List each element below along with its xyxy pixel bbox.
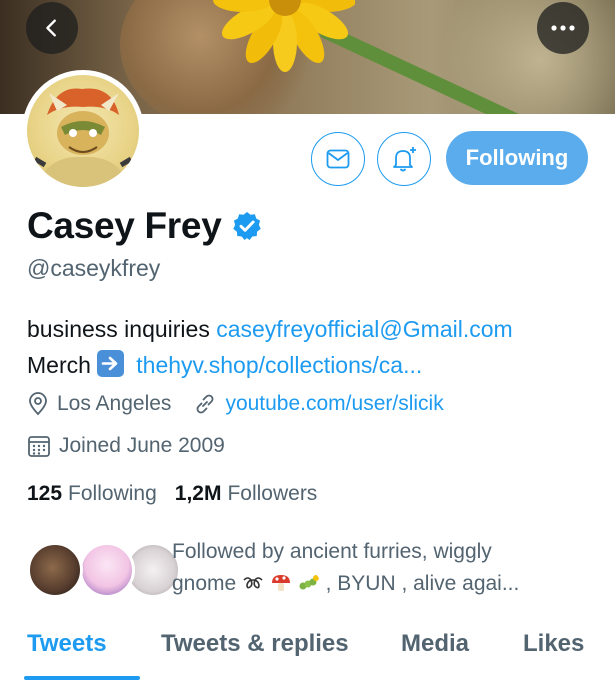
- following-stat[interactable]: 125 Following: [27, 482, 157, 506]
- joined-date: Joined June 2009: [59, 434, 225, 457]
- display-name: Casey Frey: [27, 205, 222, 246]
- bio-text: business inquiries: [27, 316, 210, 342]
- profile-handle: @caseykfrey: [27, 255, 161, 281]
- profile-tabs: Tweets Tweets & replies Media Likes: [0, 612, 615, 680]
- more-options-button[interactable]: [537, 2, 589, 54]
- bio-line-2: Merch thehyv.shop/collections/ca...: [27, 347, 513, 383]
- more-horizontal-icon: [551, 25, 575, 31]
- profile-name-row: Casey Frey: [27, 205, 263, 247]
- followers-label: Followers: [227, 482, 318, 505]
- followed-by-line-2: gnome , BYUN , alive agai...: [172, 568, 592, 600]
- avatar-illustration: [33, 88, 133, 187]
- message-button[interactable]: [311, 132, 365, 186]
- following-label: Following: [68, 482, 157, 505]
- calendar-icon: [28, 436, 50, 457]
- bio-line-1: business inquiries caseyfreyofficial@Gma…: [27, 311, 513, 347]
- bio-email-link[interactable]: caseyfreyofficial@Gmail.com: [216, 316, 512, 342]
- tab-tweets[interactable]: Tweets: [27, 630, 107, 658]
- profile-meta-location-row: Los Angeles youtube.com/user/slicik: [27, 392, 444, 416]
- followed-by-text[interactable]: Followed by ancient furries, wiggly gnom…: [172, 536, 592, 600]
- followed-by-line-1: Followed by ancient furries, wiggly: [172, 540, 492, 563]
- followed-by-names: , BYUN , alive agai...: [325, 572, 520, 595]
- website-link[interactable]: youtube.com/user/slicik: [225, 392, 443, 416]
- link-icon: [197, 394, 214, 414]
- followed-by-name: gnome: [172, 572, 237, 595]
- active-tab-indicator: [24, 676, 140, 680]
- notifications-button[interactable]: [377, 132, 431, 186]
- following-count: 125: [27, 482, 63, 505]
- curly-loop-emoji-icon: [243, 577, 263, 589]
- location-pin-icon: [29, 392, 47, 416]
- avatar-image: [27, 75, 139, 187]
- caterpillar-emoji-icon: [299, 575, 319, 590]
- bell-plus-icon: [393, 147, 416, 172]
- profile-meta-joined-row: Joined June 2009: [27, 434, 225, 458]
- followers-count: 1,2M: [174, 482, 222, 505]
- tab-media[interactable]: Media: [401, 630, 469, 658]
- tab-likes[interactable]: Likes: [523, 630, 584, 658]
- profile-stats: 125 Following 1,2M Followers: [27, 482, 335, 506]
- tab-tweets-replies[interactable]: Tweets & replies: [161, 630, 349, 658]
- follower-avatar: [79, 542, 135, 598]
- verified-badge-icon: [233, 212, 262, 240]
- following-button[interactable]: Following: [446, 131, 588, 185]
- chevron-left-icon: [46, 19, 56, 37]
- followers-stat[interactable]: 1,2M Followers: [175, 482, 318, 506]
- bio-merch-link[interactable]: thehyv.shop/collections/ca...: [136, 352, 422, 378]
- follower-avatar: [27, 542, 83, 598]
- envelope-icon: [326, 149, 350, 169]
- mushroom-emoji-icon: [271, 575, 290, 591]
- right-arrow-emoji-icon: [96, 350, 124, 377]
- location-text: Los Angeles: [57, 392, 172, 415]
- profile-avatar[interactable]: [22, 70, 144, 192]
- back-button[interactable]: [26, 2, 78, 54]
- profile-bio: business inquiries caseyfreyofficial@Gma…: [27, 311, 513, 383]
- bio-text: Merch: [27, 352, 91, 378]
- banner-flower: [213, 0, 355, 72]
